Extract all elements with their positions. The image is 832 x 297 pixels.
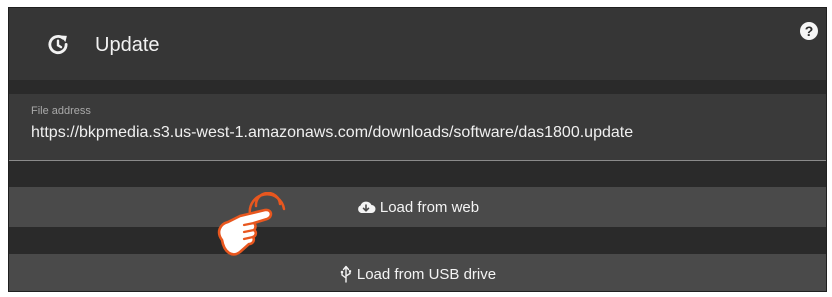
usb-icon [339, 265, 353, 283]
load-from-web-button[interactable]: Load from web [9, 187, 826, 227]
page-title: Update [95, 34, 160, 56]
cloud-download-icon [356, 200, 376, 214]
file-address-field[interactable]: File address [9, 94, 826, 161]
help-icon[interactable]: ? [800, 22, 818, 40]
file-address-input[interactable] [31, 122, 811, 144]
load-from-usb-button[interactable]: Load from USB drive [9, 254, 826, 291]
update-panel: Update ? File address Load from web Load… [8, 7, 827, 292]
panel-header: Update ? [9, 8, 826, 80]
file-address-label: File address [31, 105, 91, 117]
refresh-icon [48, 35, 68, 54]
pointing-hand-icon [217, 192, 286, 256]
load-from-web-label: Load from web [379, 198, 480, 216]
load-from-usb-label: Load from USB drive [356, 265, 497, 283]
